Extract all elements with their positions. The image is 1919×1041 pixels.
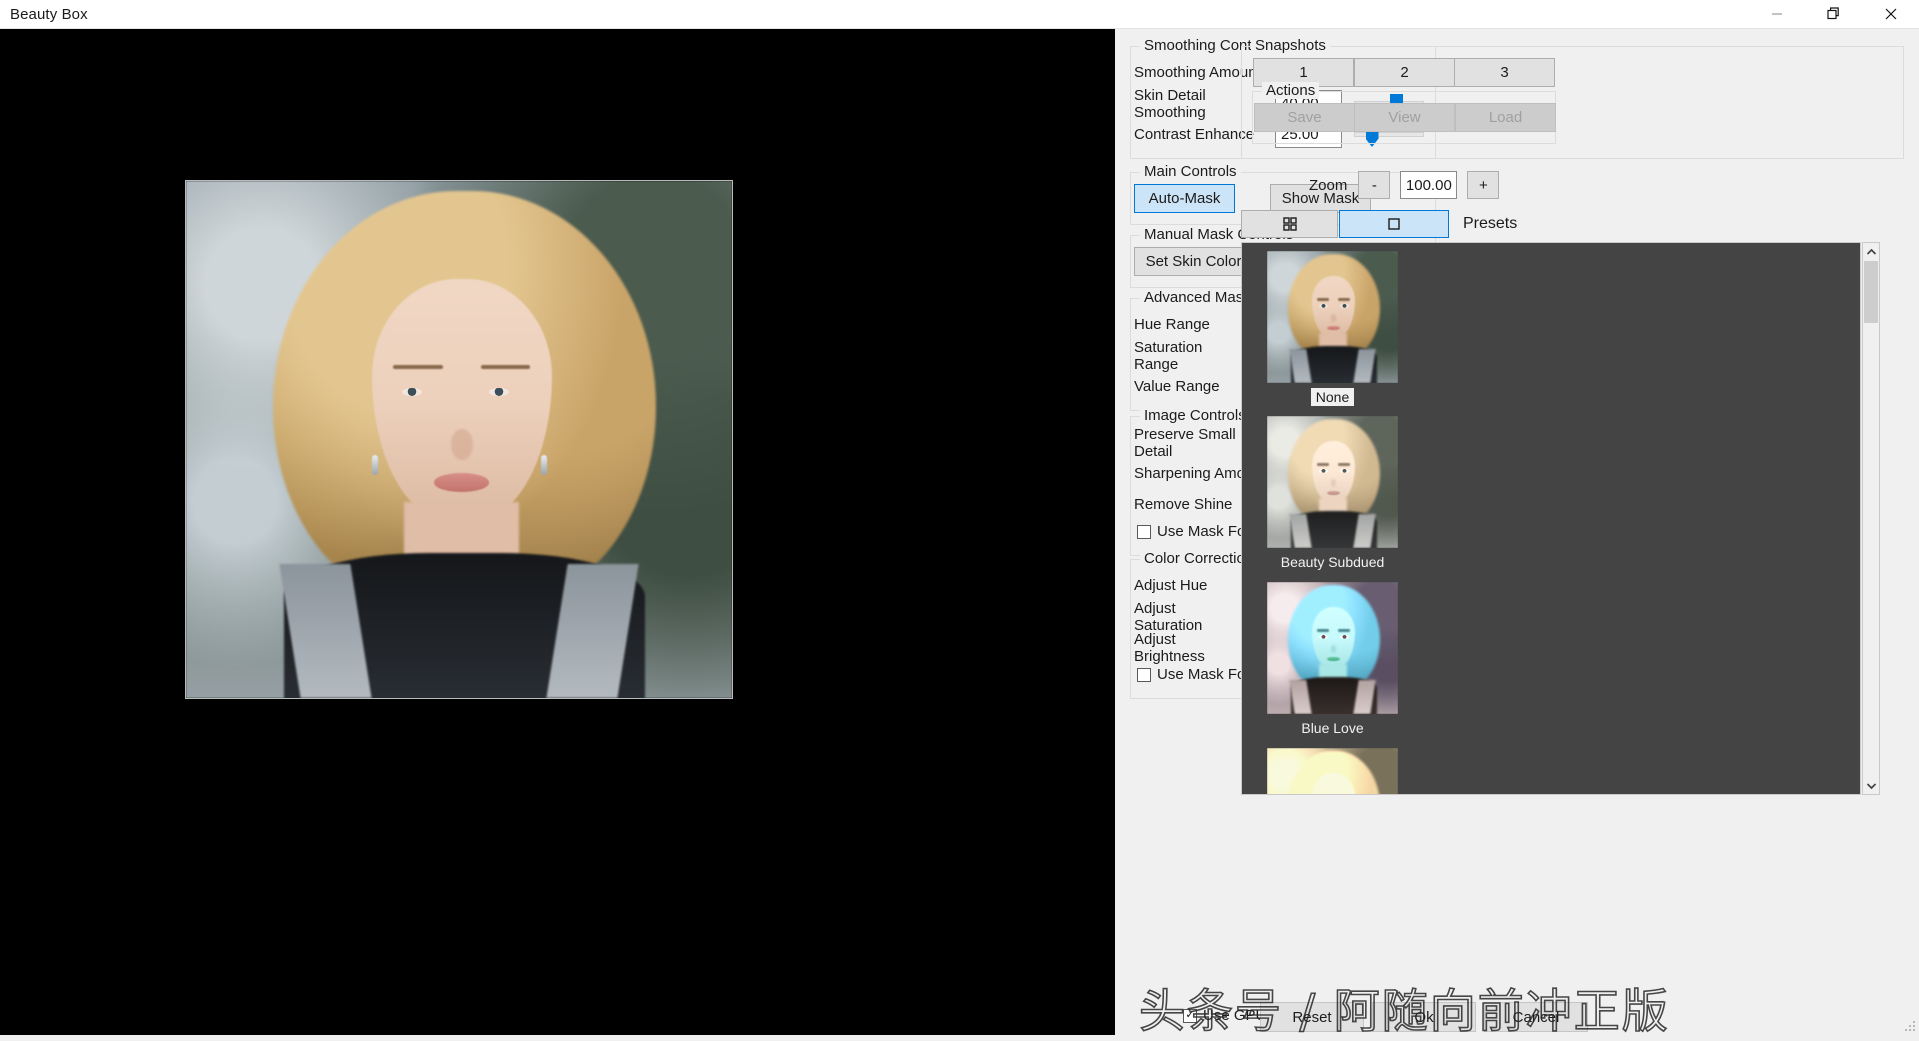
label-hue-range: Hue Range [1134, 316, 1245, 333]
restore-icon [1826, 6, 1842, 22]
zoom-in-button[interactable]: + [1467, 171, 1499, 199]
preset-item-beauty-subdued[interactable]: Beauty Subdued [1267, 416, 1398, 572]
group-snapshots-legend: Snapshots [1251, 37, 1330, 54]
group-snapshots-outer: Snapshots 1 2 3 Actions Save View Load [1241, 46, 1904, 159]
snapshot-button-2[interactable]: 2 [1354, 58, 1455, 87]
restore-button[interactable] [1805, 0, 1862, 29]
chevron-up-icon [1866, 248, 1877, 256]
single-view-icon [1386, 216, 1402, 232]
group-actions-legend: Actions [1262, 82, 1319, 99]
preset-label-beauty-subdued: Beauty Subdued [1276, 553, 1390, 571]
close-icon [1883, 6, 1899, 22]
preset-label-blue-love: Blue Love [1296, 719, 1368, 737]
minimize-button[interactable] [1748, 0, 1805, 29]
view-button[interactable]: View [1354, 103, 1455, 132]
minimize-icon [1770, 7, 1784, 21]
zoom-toolbar: Zoom - 100.00 + [1241, 170, 1904, 200]
grid-view-button[interactable] [1241, 210, 1338, 238]
label-value-range: Value Range [1134, 378, 1245, 395]
checkbox-box-sharpening [1137, 525, 1151, 539]
ok-button[interactable]: Ok [1372, 1002, 1476, 1032]
save-button[interactable]: Save [1254, 103, 1355, 132]
presets-scrollbar[interactable] [1862, 242, 1880, 795]
view-mode-toolbar: Presets [1241, 210, 1904, 238]
chevron-down-icon [1866, 782, 1877, 790]
single-view-button[interactable] [1339, 210, 1449, 238]
image-canvas[interactable] [0, 29, 1115, 1035]
close-button[interactable] [1862, 0, 1919, 29]
label-adjust-brightness: Adjust Brightness [1134, 631, 1247, 665]
label-adjust-saturation: Adjust Saturation [1134, 600, 1247, 634]
preset-item-blue-love[interactable]: Blue Love [1267, 582, 1398, 738]
load-button[interactable]: Load [1455, 103, 1556, 132]
scrollbar-thumb[interactable] [1864, 261, 1878, 323]
reset-button[interactable]: Reset [1260, 1002, 1364, 1032]
checkbox-box-color-correction [1137, 668, 1151, 682]
set-skin-color-button[interactable]: Set Skin Color [1134, 247, 1253, 276]
zoom-value-input[interactable]: 100.00 [1400, 171, 1457, 199]
cancel-button[interactable]: Cancel [1484, 1002, 1588, 1032]
preset-thumbnail-blue-love [1267, 582, 1398, 714]
window-title: Beauty Box [0, 6, 88, 23]
checkbox-box-use-gpu: ✓ [1183, 1009, 1197, 1023]
preset-label-none: None [1311, 388, 1354, 406]
preset-thumbnail-next [1267, 748, 1398, 795]
portrait-preview-image [186, 181, 732, 698]
auto-mask-button[interactable]: Auto-Mask [1134, 184, 1235, 213]
preset-item-none[interactable]: None [1267, 251, 1398, 407]
bottom-bar: ✓ Use GPU Reset Ok Cancel [1115, 995, 1919, 1035]
zoom-label: Zoom [1309, 177, 1347, 194]
use-gpu-label: Use GPU [1203, 1007, 1266, 1024]
resize-grip[interactable] [1904, 1020, 1916, 1032]
group-main-legend: Main Controls [1140, 163, 1241, 180]
photo-frame[interactable] [185, 180, 733, 699]
title-bar: Beauty Box [0, 0, 1919, 29]
scroll-down-button[interactable] [1863, 777, 1879, 794]
presets-list[interactable]: None Beauty Subdued Blue Love [1241, 242, 1861, 795]
label-adjust-hue: Adjust Hue [1134, 577, 1247, 594]
group-actions: Actions Save View Load [1252, 91, 1556, 144]
group-image-legend: Image Controls [1140, 407, 1250, 424]
use-gpu-checkbox[interactable]: ✓ Use GPU [1183, 1007, 1266, 1024]
grid-view-icon [1282, 216, 1298, 232]
preset-thumbnail-none [1267, 251, 1398, 383]
presets-label: Presets [1463, 215, 1517, 233]
preset-thumbnail-beauty-subdued [1267, 416, 1398, 548]
zoom-out-button[interactable]: - [1358, 171, 1390, 199]
scroll-up-button[interactable] [1863, 243, 1879, 260]
label-saturation-range: Saturation Range [1134, 339, 1245, 373]
preset-item-next[interactable] [1267, 748, 1398, 795]
snapshot-button-3[interactable]: 3 [1454, 58, 1555, 87]
